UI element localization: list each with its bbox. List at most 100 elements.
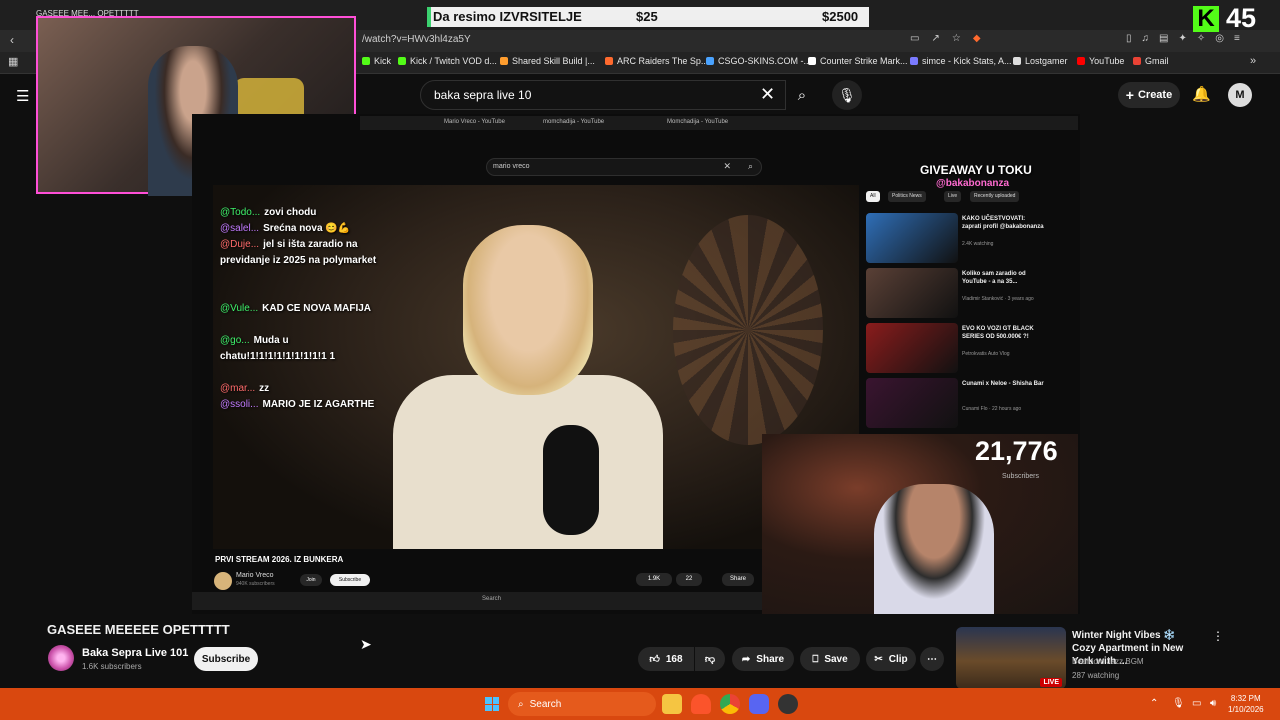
clear-search-icon[interactable]: ✕ xyxy=(760,84,775,105)
taskbar-clock[interactable]: 8:32 PM 1/10/2026 xyxy=(1228,693,1264,715)
sidebar-icon[interactable]: ▯ xyxy=(1126,33,1132,44)
extensions-icon[interactable]: ✦ xyxy=(1178,33,1186,44)
channel-avatar[interactable] xyxy=(48,645,74,671)
search-icon: ⌕ xyxy=(518,698,524,710)
dislike-button[interactable]: 👎︎ xyxy=(695,647,725,671)
more-vertical-icon[interactable]: ⋮ xyxy=(1212,629,1224,643)
volume-icon[interactable]: 🔊︎ xyxy=(1210,698,1216,709)
podcast-microphone xyxy=(543,425,599,535)
like-button[interactable]: 👍︎ 168 xyxy=(638,647,694,671)
address-bar-url[interactable]: /watch?v=HWv3hl4za5Y xyxy=(362,34,471,45)
taskbar-time: 8:32 PM xyxy=(1230,694,1261,703)
chat-message: @mar... zz xyxy=(220,381,390,397)
channel-subscriber-count: 1.6K subscribers xyxy=(82,662,142,671)
network-icon[interactable]: ▭ xyxy=(1192,698,1201,709)
save-label: Save xyxy=(824,653,848,665)
bookmark-item[interactable]: ARC Raiders The Sp... xyxy=(605,56,708,66)
presenter-head xyxy=(463,225,593,395)
inner-channel-subs: 940K subscribers xyxy=(236,581,275,587)
bookmark-favicon-icon xyxy=(910,57,918,65)
taskbar-search[interactable]: ⌕ Search xyxy=(508,692,656,716)
chat-username: @mar... xyxy=(220,383,256,394)
bookmark-item[interactable]: Shared Skill Build |... xyxy=(500,56,595,66)
bookmark-item[interactable]: CSGO-SKINS.COM -... xyxy=(706,56,811,66)
more-actions-button[interactable]: ⋯ xyxy=(920,647,944,671)
up-next-thumbnail[interactable]: LIVE xyxy=(956,627,1066,689)
tray-expand-icon[interactable]: ⌃ xyxy=(1150,698,1158,709)
bookmark-icon[interactable]: ✧ xyxy=(1197,33,1205,44)
obs-icon[interactable] xyxy=(778,694,798,714)
bookmark-item[interactable]: simce - Kick Stats, A... xyxy=(910,56,1012,66)
bookmark-item[interactable]: YouTube xyxy=(1077,56,1124,66)
inner-rec-thumbnail xyxy=(866,323,958,373)
microphone-tray-icon[interactable]: 🎙 xyxy=(1172,698,1185,709)
discord-icon[interactable] xyxy=(749,694,769,714)
subscriber-counter: 21,776 xyxy=(975,436,1058,466)
bookmark-label: ARC Raiders The Sp... xyxy=(617,56,709,66)
music-icon[interactable]: ♫ xyxy=(1142,33,1150,44)
goal-progress-bar xyxy=(427,7,431,27)
save-button[interactable]: ⎕ Save xyxy=(800,647,860,671)
windows-start-icon[interactable] xyxy=(485,697,499,711)
inner-share-button: Share xyxy=(722,573,754,586)
inner-filter-chip: All xyxy=(866,191,880,202)
clip-button[interactable]: ✂ Clip xyxy=(866,647,916,671)
back-icon[interactable]: ‹ xyxy=(10,33,14,47)
inner-filter-chip: Politics News xyxy=(888,191,926,202)
more-bookmarks-icon[interactable]: » xyxy=(1250,55,1256,67)
up-next-channel[interactable]: Bedroom Jazz BGM xyxy=(1072,657,1144,666)
bookmark-item[interactable]: Kick / Twitch VOD d... xyxy=(398,56,497,66)
menu-icon[interactable]: ≡ xyxy=(1234,33,1240,44)
channel-name[interactable]: Baka Sepra Live 101 xyxy=(82,647,188,659)
search-box[interactable]: baka sepra live 10 xyxy=(420,80,786,110)
inner-join-button: Join xyxy=(300,574,322,586)
bookmark-label: CSGO-SKINS.COM -... xyxy=(718,56,812,66)
bookmark-label: Kick / Twitch VOD d... xyxy=(410,56,497,66)
chrome-icon[interactable] xyxy=(720,694,740,714)
hamburger-menu-icon[interactable]: ☰ xyxy=(16,87,29,105)
search-input[interactable]: baka sepra live 10 xyxy=(434,88,531,102)
bookmark-item[interactable]: Gmail xyxy=(1133,56,1169,66)
brave-browser-icon[interactable] xyxy=(691,694,711,714)
create-button[interactable]: + Create xyxy=(1118,82,1180,108)
inner-channel-name: Mario Vreco xyxy=(236,572,274,579)
bookmark-item[interactable]: Lostgamer xyxy=(1013,56,1068,66)
goal-title: Da resimo IZVRSITELJE xyxy=(433,9,582,24)
share-icon[interactable]: ↗ xyxy=(931,33,939,44)
notifications-bell-icon[interactable]: 🔔 xyxy=(1192,85,1211,103)
subscriber-counter-label: Subscribers xyxy=(1002,473,1039,480)
reading-list-icon[interactable]: ▤ xyxy=(1159,33,1168,44)
bookmark-favicon-icon xyxy=(706,57,714,65)
bookmark-save-icon: ⎕ xyxy=(812,653,819,665)
viewer-count: 45 xyxy=(1226,3,1257,33)
share-label: Share xyxy=(756,653,785,665)
search-button[interactable]: ⌕ xyxy=(786,80,818,110)
share-button[interactable]: ➦ Share xyxy=(732,647,794,671)
voice-search-button[interactable]: 🎙 xyxy=(832,80,862,110)
inner-rec-meta: Vladimir Stanković · 3 years ago xyxy=(962,296,1034,302)
subscribe-button[interactable]: Subscribe xyxy=(194,647,258,671)
apps-grid-icon[interactable]: ▦ xyxy=(8,55,18,68)
inner-search-value: mario vreco xyxy=(493,163,530,170)
bookmark-favicon-icon xyxy=(1077,57,1085,65)
bookmark-label: Lostgamer xyxy=(1025,56,1068,66)
cast-icon[interactable]: ▭ xyxy=(910,33,919,44)
live-badge: LIVE xyxy=(1040,678,1062,687)
bookmark-item[interactable]: Kick xyxy=(362,56,391,66)
presenter-body xyxy=(393,375,663,549)
inner-taskbar-search: Search xyxy=(482,596,502,602)
inner-like-button: 1.9K xyxy=(636,573,672,586)
chat-username: @Duje... xyxy=(220,239,260,250)
inner-clear-icon: ✕ xyxy=(723,161,731,171)
chat-text: Srećna nova 😊💪 xyxy=(263,223,351,234)
inner-rec-title: KAKO UČESTVOVATI: zaprati profil @bakabo… xyxy=(962,216,1044,230)
vpn-icon[interactable]: ◎ xyxy=(1215,33,1224,44)
star-icon[interactable]: ☆ xyxy=(952,33,961,44)
brave-shield-icon[interactable]: ◆ xyxy=(973,33,981,44)
inner-rec-thumbnail xyxy=(866,268,958,318)
chat-message: @ssoli... MARIO JE IZ AGARTHE xyxy=(220,397,390,413)
create-label: Create xyxy=(1137,89,1173,101)
account-avatar[interactable]: M xyxy=(1228,83,1252,107)
file-explorer-icon[interactable] xyxy=(662,694,682,714)
bookmark-item[interactable]: Counter Strike Mark... xyxy=(808,56,908,66)
